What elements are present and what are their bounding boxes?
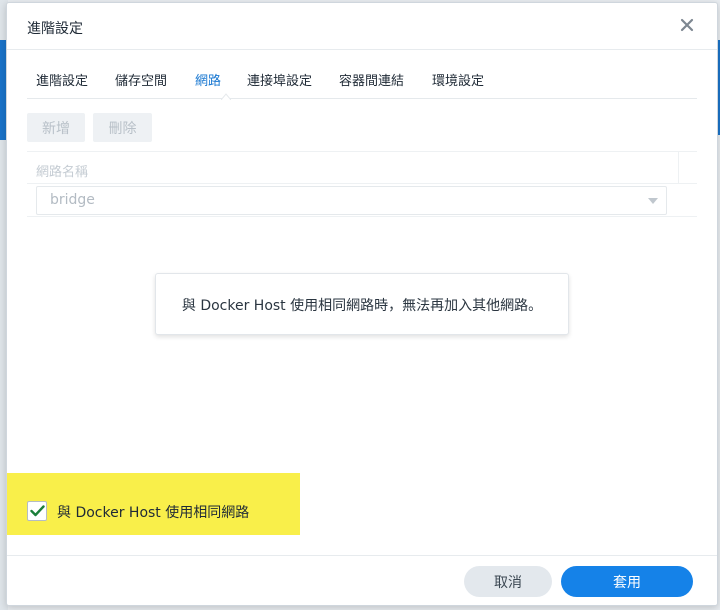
advanced-settings-dialog: 進階設定 進階設定 儲存空間 網路 連接埠設定 容器間連結 環境設定 新增 刪除…	[6, 2, 718, 606]
info-message-text: 與 Docker Host 使用相同網路時，無法再加入其他網路。	[181, 298, 543, 314]
tab-bar: 進階設定 儲存空間 網路 連接埠設定 容器間連結 環境設定	[27, 63, 697, 100]
tab-port-settings[interactable]: 連接埠設定	[247, 70, 312, 89]
table-row: bridge	[27, 184, 697, 217]
active-tab-indicator	[221, 93, 231, 100]
checkmark-icon	[30, 505, 45, 517]
tab-environment[interactable]: 環境設定	[432, 70, 484, 89]
delete-button[interactable]: 刪除	[93, 113, 152, 142]
footer-divider	[7, 555, 717, 556]
column-divider	[678, 152, 679, 184]
add-button[interactable]: 新增	[27, 113, 85, 142]
host-network-checkbox[interactable]	[27, 501, 47, 521]
info-message-box: 與 Docker Host 使用相同網路時，無法再加入其他網路。	[155, 273, 569, 335]
cancel-button[interactable]: 取消	[464, 566, 552, 597]
table-header: 網路名稱	[27, 151, 697, 184]
host-network-label[interactable]: 與 Docker Host 使用相同網路	[57, 502, 249, 522]
apply-button[interactable]: 套用	[561, 566, 693, 597]
tab-advanced-settings[interactable]: 進階設定	[36, 70, 88, 89]
title-divider	[7, 49, 717, 50]
network-name-column-header: 網路名稱	[36, 165, 89, 180]
network-table: 網路名稱 bridge	[27, 151, 697, 217]
chevron-down-icon	[648, 198, 658, 204]
network-select-value: bridge	[50, 192, 95, 208]
tab-links[interactable]: 容器間連結	[339, 70, 404, 89]
network-select[interactable]: bridge	[36, 186, 667, 215]
dialog-title: 進階設定	[27, 21, 83, 37]
tab-storage[interactable]: 儲存空間	[115, 70, 167, 89]
tab-network[interactable]: 網路	[195, 70, 221, 89]
close-icon[interactable]	[677, 15, 697, 35]
